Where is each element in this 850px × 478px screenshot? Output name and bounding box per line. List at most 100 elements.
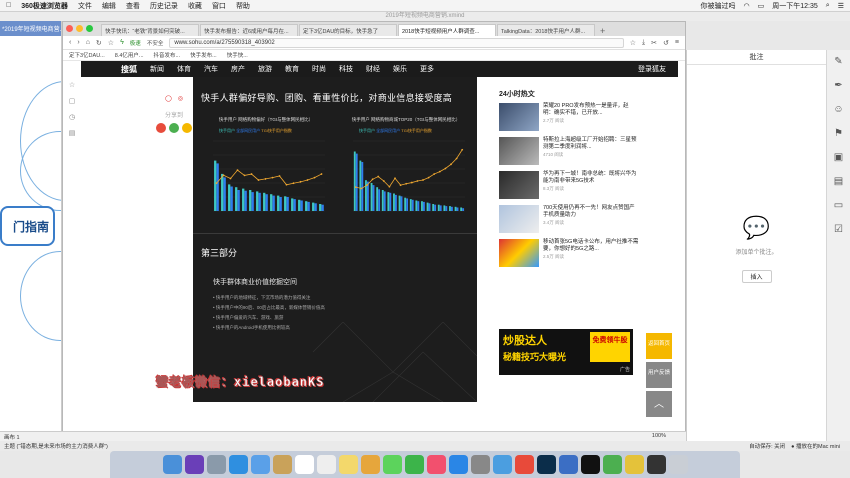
finder-icon[interactable] (162, 455, 182, 474)
settings-icon[interactable] (470, 455, 490, 474)
favorite-icon[interactable]: ☆ (630, 39, 636, 47)
task-icon[interactable]: ☑ (834, 224, 843, 235)
nav-sports[interactable]: 体育 (177, 64, 191, 74)
qzone-icon[interactable] (182, 123, 192, 133)
xmind-canvas[interactable]: *2019年短视频电商营... 门指南 (0, 21, 62, 441)
trash-icon[interactable] (668, 455, 688, 474)
reminders-icon[interactable] (316, 455, 336, 474)
feedback-button[interactable]: 用户反馈 (646, 362, 672, 388)
notes-icon[interactable]: ▤ (69, 129, 76, 137)
image-icon[interactable]: ▣ (834, 152, 843, 163)
back-history-icon[interactable]: ↺ (663, 39, 669, 47)
menu-help[interactable]: 帮助 (236, 1, 250, 11)
tab-4-active[interactable]: 2018快手短视频用户人群调查... (398, 24, 496, 36)
bookmark-3[interactable]: 抖音发布... (154, 51, 181, 59)
close-icon[interactable] (66, 25, 73, 32)
battery-icon[interactable]: ▭ (758, 2, 765, 10)
history-icon[interactable]: ◷ (69, 113, 75, 121)
news-text[interactable]: 华为再下一城！南非总统：既将兴华为能为南非带来5G技术 (543, 171, 639, 185)
download-icon[interactable]: ⤓ (642, 39, 645, 47)
chrome-icon[interactable] (624, 455, 644, 474)
list-item[interactable]: 华为再下一城！南非总统：既将兴华为能为南非带来5G技术 8.3万 阅读 (499, 171, 639, 201)
weibo-icon[interactable] (156, 123, 166, 133)
nav-ent[interactable]: 娱乐 (393, 64, 407, 74)
messages-icon[interactable] (382, 455, 402, 474)
list-item[interactable]: 特斯拉上海超级工厂开始招聘：三星预测第二季度利润将... 4710 阅读 (499, 137, 639, 167)
nav-edu[interactable]: 教育 (285, 64, 299, 74)
qq-icon[interactable] (580, 455, 600, 474)
photos-icon[interactable] (360, 455, 380, 474)
keynote-icon[interactable] (558, 455, 578, 474)
security-label[interactable]: 不安全 (147, 39, 164, 47)
xmind-app-icon[interactable] (514, 455, 534, 474)
wechat-icon[interactable] (169, 123, 179, 133)
app-name[interactable]: 360极速浏览器 (21, 1, 68, 11)
note-icon[interactable]: ▤ (834, 176, 843, 187)
photoshop-icon[interactable] (536, 455, 556, 474)
nav-more[interactable]: 更多 (420, 64, 434, 74)
tab-3[interactable]: 定下3亿DAU的目标，快手急了 (299, 24, 397, 36)
menu-window[interactable]: 窗口 (212, 1, 226, 11)
bookmark-star-icon[interactable]: ☆ (108, 39, 114, 47)
bookmark-2[interactable]: 8.4亿用户... (115, 51, 144, 59)
insert-comment-button[interactable]: 插入 (741, 270, 772, 283)
menu-file[interactable]: 文件 (78, 1, 92, 11)
speed-mode-icon[interactable]: ϟ (120, 39, 124, 46)
login-link[interactable]: 登录狐友 (638, 64, 666, 74)
speed-mode-label[interactable]: 极速 (130, 39, 141, 47)
back-icon[interactable]: ‹ (69, 39, 71, 46)
news-thumbnail[interactable] (499, 103, 539, 131)
star-icon[interactable]: ☆ (69, 81, 75, 89)
menu-edit[interactable]: 编辑 (102, 1, 116, 11)
screen-icon[interactable] (646, 455, 666, 474)
news-text[interactable]: 特斯拉上海超级工厂开始招聘：三星预测第二季度利润将... (543, 137, 639, 151)
new-tab-icon[interactable]: + (596, 26, 609, 36)
nav-house[interactable]: 房产 (231, 64, 245, 74)
calendar-icon[interactable] (294, 455, 314, 474)
home-button[interactable]: 返回首页 (646, 333, 672, 359)
nav-finance[interactable]: 财经 (366, 64, 380, 74)
list-item[interactable]: 荣耀20 PRO发布预热一是量评，赵明：确实不错，已开放... 2.7万 阅读 (499, 103, 639, 133)
minimize-icon[interactable] (76, 25, 83, 32)
launchpad-icon[interactable] (206, 455, 226, 474)
bookmark-4[interactable]: 快手发布... (190, 51, 217, 59)
tab-1[interactable]: 快手快讯：“老铁”背景如何突破... (101, 24, 199, 36)
news-thumbnail[interactable] (499, 171, 539, 199)
news-thumbnail[interactable] (499, 137, 539, 165)
ad-badge[interactable]: 免费领牛股 (590, 332, 630, 362)
music-icon[interactable] (426, 455, 446, 474)
search-icon[interactable]: ⌕ (826, 2, 830, 10)
autosave-status[interactable]: 自动保存: 关闭 (749, 442, 785, 450)
tab-5[interactable]: TalkingData：2018快手用户人群... (497, 24, 595, 36)
bookmark-5[interactable]: 快手快... (227, 51, 248, 59)
flag-icon[interactable]: ⚑ (834, 128, 843, 139)
sohu-logo[interactable]: 搜狐 (121, 64, 137, 75)
url-input[interactable]: www.sohu.com/a/275590318_403902 (169, 37, 624, 48)
home-icon[interactable]: ⌂ (86, 39, 90, 46)
appstore-icon[interactable] (448, 455, 468, 474)
nav-fashion[interactable]: 时尚 (312, 64, 326, 74)
opera-icon[interactable]: ◯ (165, 95, 172, 102)
ad-banner[interactable]: 炒股达人 秘籍技巧大曝光 免费领牛股 广告 (499, 329, 633, 375)
menu-icon[interactable]: ≡ (675, 39, 679, 46)
menu-view[interactable]: 查看 (126, 1, 140, 11)
style-icon[interactable]: ✒ (834, 80, 842, 91)
tab-2[interactable]: 快手发布报告：近6成用户每月在... (200, 24, 298, 36)
menu-extra-icon[interactable]: ☰ (838, 2, 844, 10)
mind-node[interactable]: 门指南 (0, 206, 55, 246)
news-thumbnail[interactable] (499, 239, 539, 267)
wechat-app-icon[interactable] (602, 455, 622, 474)
bookmark-1[interactable]: 定下3亿DAU... (69, 51, 105, 59)
menu-bookmarks[interactable]: 收藏 (188, 1, 202, 11)
siri-icon[interactable] (184, 455, 204, 474)
reading-icon[interactable]: ▢ (69, 97, 76, 105)
format-icon[interactable]: ✎ (834, 56, 842, 67)
nav-travel[interactable]: 旅游 (258, 64, 272, 74)
news-text[interactable]: 荣耀20 PRO发布预热一是量评，赵明：确实不错，已开放... (543, 103, 639, 117)
list-item[interactable]: 700天使用仍再不一先！网友点赞国产手机质量助力 3.4万 阅读 (499, 205, 639, 235)
notes-app-icon[interactable] (272, 455, 292, 474)
back-to-top-button[interactable]: ︿ (646, 391, 672, 417)
maximize-icon[interactable] (86, 25, 93, 32)
nav-news[interactable]: 新闻 (150, 64, 164, 74)
forward-icon[interactable]: › (77, 39, 79, 46)
